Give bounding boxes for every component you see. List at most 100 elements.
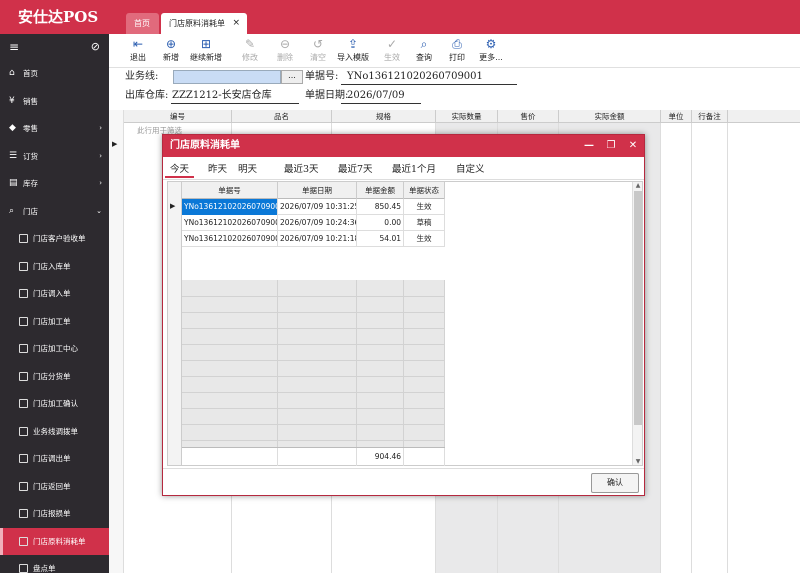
main-grid-column-header[interactable]: 品名 <box>232 110 332 123</box>
scroll-up-icon[interactable]: ▲ <box>634 182 642 189</box>
document-icon <box>19 289 28 298</box>
sidebar-item-3[interactable]: ☰ 订货 › <box>0 143 109 171</box>
dialog-column-header[interactable]: 单据状态 <box>404 182 445 199</box>
sidebar-subitem-label: 盘点单 <box>33 564 56 573</box>
tab-material-consumption[interactable]: 门店原料消耗单 × <box>161 13 247 34</box>
toolbar-button-2[interactable]: ⊞ 继续新增 <box>189 37 223 64</box>
dialog-cell-doc-no[interactable]: YNo136121020260709003 <box>182 231 278 247</box>
main-grid-column-header[interactable]: 规格 <box>332 110 436 123</box>
toolbar-button-8[interactable]: ⌕ 查询 <box>407 37 441 64</box>
grid-line <box>182 360 445 361</box>
sidebar-subitem-7[interactable]: 业务线调拨单 <box>0 418 109 446</box>
sidebar-item-label: 库存 <box>23 179 38 188</box>
toolbar-button-6[interactable]: ⇪ 导入模版 <box>336 37 370 64</box>
sidebar-subitem-10[interactable]: 门店报损单 <box>0 500 109 528</box>
period-tab-1[interactable]: 昨天 <box>203 161 232 178</box>
sidebar-subitem-6[interactable]: 门店加工确认 <box>0 390 109 418</box>
dialog-cell-status[interactable]: 草稿 <box>404 215 445 231</box>
document-icon <box>19 509 28 518</box>
document-picker-dialog: 门店原料消耗单 — ❐ ✕ 今天 昨天 明天 最近3天 最近7天 最近1个月 自定义 ▶ 单… <box>162 134 645 496</box>
business-line-picker-button[interactable]: ... <box>281 70 303 84</box>
dialog-cell-date[interactable]: 2026/07/09 10:24:36 <box>278 215 357 231</box>
tab-home[interactable]: 首页 <box>126 13 159 34</box>
scroll-down-icon[interactable]: ▼ <box>634 458 642 465</box>
period-tab-4[interactable]: 最近7天 <box>333 161 378 178</box>
dialog-scrollbar[interactable]: ▲ ▼ <box>632 182 642 465</box>
toolbar-button-7[interactable]: ✓ 生效 <box>375 37 409 64</box>
footer-cell <box>278 448 357 466</box>
main-grid-column-header[interactable]: 实际金额 <box>559 110 661 123</box>
sidebar-subitem-11[interactable]: 门店原料消耗单 <box>0 527 109 555</box>
toolbar-button-1[interactable]: ⊕ 新增 <box>154 37 188 64</box>
document-icon <box>19 426 28 436</box>
minimize-icon[interactable]: — <box>578 135 600 157</box>
sidebar-subitem-label: 门店入库单 <box>33 261 71 271</box>
dialog-column-header[interactable]: 单据号 <box>182 182 278 199</box>
dialog-cell-date[interactable]: 2026/07/09 10:31:25 <box>278 199 357 215</box>
sidebar-subitem-4[interactable]: 门店加工中心 <box>0 335 109 363</box>
sidebar-item-5[interactable]: ⌕ 门店 ⌄ <box>0 198 109 226</box>
dialog-cell-status[interactable]: 生效 <box>404 199 445 215</box>
dialog-cell-doc-no[interactable]: YNo136121020260709001 <box>182 199 278 215</box>
dialog-cell-amount[interactable]: 0.00 <box>357 215 404 231</box>
dialog-table-row[interactable]: YNo136121020260709002 2026/07/09 10:24:36… <box>182 215 445 231</box>
dialog-column-header[interactable]: 单据金额 <box>357 182 404 199</box>
confirm-button[interactable]: 确认 <box>591 473 639 493</box>
form-row-1: 业务线: ... 单据号: YNo136121020260709001 <box>109 68 800 86</box>
dialog-cell-status[interactable]: 生效 <box>404 231 445 247</box>
toolbar-button-4[interactable]: ⊖ 删除 <box>268 37 302 64</box>
sidebar-subitem-12[interactable]: 盘点单 <box>0 555 109 583</box>
restore-icon[interactable]: ❐ <box>600 135 622 157</box>
sidebar-subitem-0[interactable]: 门店客户验收单 <box>0 225 109 253</box>
dialog-column-header[interactable]: 单据日期 <box>278 182 357 199</box>
exit-icon: ⇤ <box>132 37 144 51</box>
grid-line <box>182 392 445 393</box>
sidebar-subitem-3[interactable]: 门店加工单 <box>0 308 109 336</box>
sidebar-subitem-2[interactable]: 门店调入单 <box>0 280 109 308</box>
toolbar-button-10[interactable]: ⚙ 更多... <box>474 37 508 64</box>
tag-icon: ◆ <box>9 123 16 133</box>
document-icon <box>19 564 28 573</box>
toolbar-button-0[interactable]: ⇤ 退出 <box>121 37 155 64</box>
sidebar-subitem-label: 门店分货单 <box>33 371 71 381</box>
period-tab-0[interactable]: 今天 <box>165 161 195 178</box>
sidebar-subitem-1[interactable]: 门店入库单 <box>0 253 109 281</box>
close-tab-icon[interactable]: × <box>232 13 240 34</box>
toolbar-button-9[interactable]: ⎙ 打印 <box>440 37 474 64</box>
close-dialog-icon[interactable]: ✕ <box>622 135 644 157</box>
business-line-input[interactable] <box>173 70 281 84</box>
sidebar-item-0[interactable]: ⌂ 首页 <box>0 60 109 88</box>
sidebar-subitem-8[interactable]: 门店调出单 <box>0 445 109 473</box>
dialog-cell-amount[interactable]: 850.45 <box>357 199 404 215</box>
toolbar-button-5[interactable]: ↺ 清空 <box>301 37 335 64</box>
dialog-cell-doc-no[interactable]: YNo136121020260709002 <box>182 215 278 231</box>
clear-icon: ↺ <box>312 37 324 51</box>
period-divider <box>163 179 644 180</box>
sidebar-subitem-label: 门店客户验收单 <box>33 234 86 243</box>
sidebar-item-4[interactable]: ▤ 库存 › <box>0 170 109 198</box>
main-grid-column-header[interactable]: 实际数量 <box>436 110 498 123</box>
sidebar-subitem-label: 门店报损单 <box>33 509 71 518</box>
menu-toggle-icon[interactable]: ≡ <box>9 40 19 54</box>
period-tab-6[interactable]: 自定义 <box>451 161 490 178</box>
main-grid-column-header[interactable]: 售价 <box>498 110 559 123</box>
block-icon[interactable]: ⊘ <box>91 40 100 53</box>
toolbar-button-3[interactable]: ✎ 修改 <box>233 37 267 64</box>
main-grid-column-header[interactable]: 单位 <box>661 110 692 123</box>
dialog-table-row[interactable]: YNo136121020260709003 2026/07/09 10:21:18… <box>182 231 445 247</box>
dialog-cell-date[interactable]: 2026/07/09 10:21:18 <box>278 231 357 247</box>
dialog-table-row[interactable]: YNo136121020260709001 2026/07/09 10:31:25… <box>182 199 445 215</box>
sidebar-subitem-9[interactable]: 门店返回单 <box>0 473 109 501</box>
scroll-thumb[interactable] <box>634 191 642 425</box>
current-row-icon: ▶ <box>170 202 176 210</box>
dialog-cell-amount[interactable]: 54.01 <box>357 231 404 247</box>
period-tab-5[interactable]: 最近1个月 <box>387 161 441 178</box>
sidebar-subitem-5[interactable]: 门店分货单 <box>0 363 109 391</box>
sidebar-item-1[interactable]: ¥ 销售 <box>0 88 109 116</box>
sidebar-item-2[interactable]: ◆ 零售 › <box>0 115 109 143</box>
main-grid-column-header[interactable]: 编号 <box>124 110 232 123</box>
main-grid-column-header[interactable]: 行备注 <box>692 110 728 123</box>
period-tab-2[interactable]: 明天 <box>233 161 262 178</box>
period-tab-3[interactable]: 最近3天 <box>279 161 324 178</box>
warehouse-label: 出库仓库: <box>125 90 169 101</box>
